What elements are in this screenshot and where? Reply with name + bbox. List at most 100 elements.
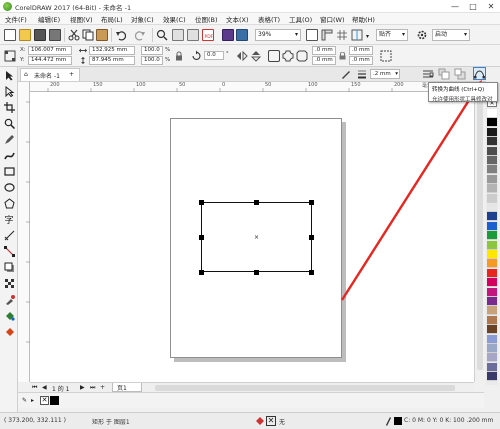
menu-window[interactable]: 窗口(W) (320, 14, 345, 24)
shape-tool-icon[interactable] (4, 86, 15, 97)
print-icon[interactable] (49, 29, 61, 41)
drawing-canvas[interactable]: × (30, 92, 474, 382)
to-back-icon[interactable] (454, 68, 466, 80)
corel-connect-icon[interactable] (222, 29, 234, 41)
selection-handle[interactable] (199, 270, 204, 275)
color-swatch[interactable] (487, 221, 497, 231)
scale-height-field[interactable]: 100.0 (141, 56, 163, 65)
color-swatch[interactable] (487, 231, 497, 241)
ellipse-tool-icon[interactable] (4, 182, 15, 193)
color-swatch[interactable] (487, 278, 497, 288)
color-swatch[interactable] (487, 156, 497, 165)
round-corner-icon[interactable] (268, 50, 280, 62)
new-file-icon[interactable] (4, 29, 16, 41)
chamfered-corner-icon[interactable] (296, 50, 308, 62)
relative-corner-scaling-icon[interactable] (380, 50, 392, 62)
menu-bitmaps[interactable]: 位图(B) (195, 14, 218, 24)
fullscreen-icon[interactable] (306, 29, 318, 41)
vertical-ruler[interactable] (18, 82, 30, 382)
color-swatch[interactable] (487, 306, 497, 316)
menu-view[interactable]: 视图(V) (70, 14, 93, 24)
selection-handle[interactable] (254, 200, 259, 205)
color-swatch[interactable] (487, 344, 497, 353)
prev-page-icon[interactable]: ◀ (42, 384, 47, 391)
save-icon[interactable] (34, 29, 46, 41)
black-swatch[interactable] (50, 396, 59, 405)
color-swatch[interactable] (487, 315, 497, 325)
scroll-thumb[interactable] (477, 90, 483, 370)
first-page-icon[interactable]: ⏮ (32, 384, 37, 392)
tab-close-icon[interactable]: + (69, 71, 74, 78)
guides-toggle-icon[interactable] (351, 29, 363, 41)
menu-layout[interactable]: 布局(L) (101, 14, 123, 24)
menu-edit[interactable]: 编辑(E) (38, 14, 60, 24)
color-swatch[interactable] (487, 203, 497, 212)
color-swatch[interactable] (487, 325, 497, 335)
color-swatch[interactable] (487, 212, 497, 222)
polygon-tool-icon[interactable] (4, 198, 15, 209)
scalloped-corner-icon[interactable] (282, 50, 294, 62)
color-swatch[interactable] (487, 268, 497, 278)
pdf-icon[interactable]: PDF (202, 29, 214, 41)
undo-icon[interactable] (115, 29, 127, 41)
color-swatch[interactable] (487, 165, 497, 175)
palette-menu-icon[interactable]: ▸ (31, 397, 34, 404)
launch-dropdown[interactable]: 启动 ▾ (432, 29, 470, 41)
color-swatch[interactable] (487, 109, 497, 118)
document-tab[interactable]: ⌂ 未命名 -1 + (20, 68, 80, 81)
selection-handle[interactable] (199, 200, 204, 205)
zoom-select[interactable]: 39% ▾ (255, 29, 301, 41)
no-color-icon[interactable]: ✕ (40, 396, 49, 405)
vertical-scrollbar[interactable] (474, 82, 484, 382)
height-field[interactable]: 87.945 mm (89, 56, 135, 65)
export-icon[interactable] (187, 29, 199, 41)
color-swatch[interactable] (487, 250, 497, 259)
menu-effects[interactable]: 效果(C) (163, 14, 186, 24)
menu-table[interactable]: 表格(T) (258, 14, 280, 24)
connector-tool-icon[interactable] (4, 246, 15, 257)
color-swatch[interactable] (487, 193, 497, 203)
color-swatch[interactable] (487, 240, 497, 250)
x-position-field[interactable]: 106.007 mm (28, 46, 72, 55)
snap-to-dropdown[interactable]: 贴齐 ▾ (376, 29, 408, 41)
menu-file[interactable]: 文件(F) (5, 14, 27, 24)
selection-handle[interactable] (199, 235, 204, 240)
rotation-angle-field[interactable]: 0.0 (204, 51, 224, 60)
convert-to-curves-icon[interactable] (473, 67, 486, 80)
color-swatch[interactable] (487, 297, 497, 306)
copy-icon[interactable] (82, 29, 94, 41)
mirror-h-icon[interactable] (236, 50, 248, 62)
parallel-dimension-icon[interactable] (4, 230, 15, 241)
add-page-icon[interactable]: + (100, 384, 105, 391)
color-swatch[interactable] (487, 372, 497, 382)
color-swatch[interactable] (487, 353, 497, 363)
y-position-field[interactable]: 144.472 mm (28, 56, 72, 65)
mirror-v-icon[interactable] (250, 50, 262, 62)
selection-handle[interactable] (309, 235, 314, 240)
artistic-media-icon[interactable] (4, 150, 15, 161)
zoom-tool-icon[interactable] (4, 118, 15, 129)
pen-icon[interactable]: ✎ (22, 397, 27, 404)
color-swatch[interactable] (487, 334, 497, 344)
restore-button[interactable]: □ (464, 0, 482, 13)
options-icon[interactable] (416, 29, 428, 41)
cut-icon[interactable] (68, 29, 80, 41)
grid-toggle-icon[interactable] (336, 29, 348, 41)
object-origin-icon[interactable] (4, 50, 16, 62)
selection-handle[interactable] (309, 200, 314, 205)
corner-lock-icon[interactable] (338, 52, 347, 60)
eyedropper-tool-icon[interactable] (4, 294, 15, 305)
menu-text[interactable]: 文本(X) (226, 14, 249, 24)
outline-pen-icon[interactable] (340, 68, 352, 80)
color-swatch[interactable] (487, 287, 497, 297)
redo-icon[interactable] (134, 29, 146, 41)
freehand-tool-icon[interactable] (4, 134, 15, 145)
selection-handle[interactable] (254, 270, 259, 275)
import-icon[interactable] (172, 29, 184, 41)
close-button[interactable]: ✕ (482, 0, 500, 13)
shadow-tool-icon[interactable] (4, 262, 15, 273)
to-front-icon[interactable] (438, 68, 450, 80)
color-swatch[interactable] (487, 137, 497, 147)
color-swatch[interactable] (487, 146, 497, 156)
color-swatch[interactable] (487, 184, 497, 194)
